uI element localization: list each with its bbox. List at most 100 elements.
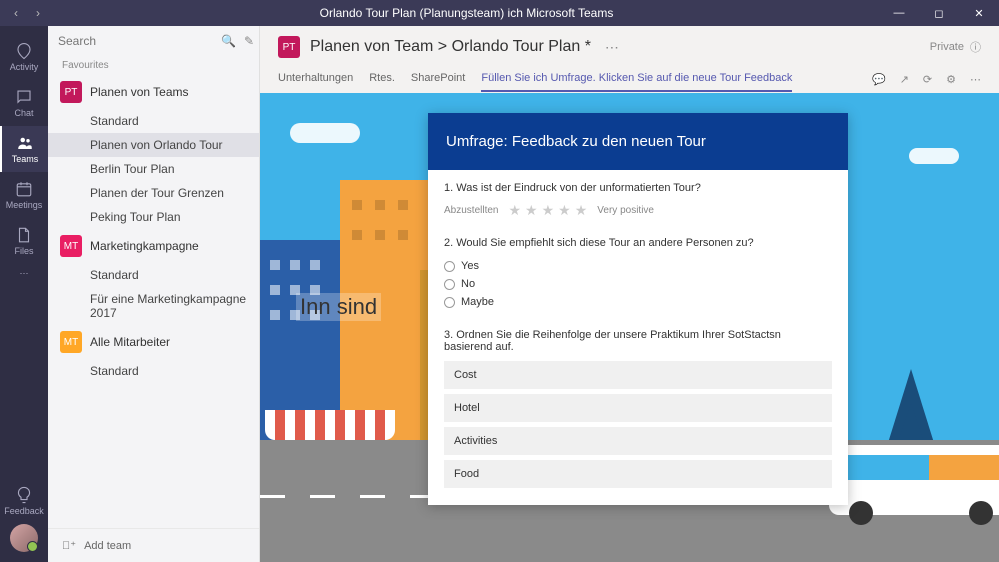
user-avatar[interactable] <box>10 524 38 552</box>
radio-option[interactable]: Yes <box>444 257 832 275</box>
channel-tab[interactable]: Rtes. <box>369 66 395 92</box>
more-options-icon[interactable]: ⋯ <box>605 39 619 56</box>
radio-label: Yes <box>461 260 479 272</box>
rail-feedback-label: Feedback <box>4 506 44 516</box>
tab-canvas: Inn sind Umfrage: Feedback zu den neuen … <box>260 93 999 562</box>
rail-meetings[interactable]: Meetings <box>0 172 48 218</box>
team-avatar: MT <box>60 331 82 353</box>
team-avatar: MT <box>60 235 82 257</box>
rail-chat-label: Chat <box>14 108 33 118</box>
channel-tabs: Unterhaltungen Rtes. SharePoint Füllen Sie … <box>278 66 981 92</box>
close-icon[interactable]: ✕ <box>959 0 999 26</box>
star-icon[interactable]: ★ <box>542 202 555 219</box>
team-name: Marketingkampagne <box>90 239 199 253</box>
channel-item[interactable]: Für eine Marketingkampagne 2017 <box>48 287 259 325</box>
nav-back-icon[interactable]: ‹ <box>6 3 26 23</box>
channel-tab[interactable]: Füllen Sie ich Umfrage. Klicken Sie auf … <box>481 66 792 92</box>
tab-chat-icon[interactable]: 💬 <box>872 73 886 86</box>
rail-teams[interactable]: Teams <box>0 126 48 172</box>
maximize-icon[interactable]: ◻ <box>919 0 959 26</box>
team-header[interactable]: MT Alle Mitarbeiter <box>48 325 259 359</box>
tab-reload-icon[interactable]: ⟳ <box>923 73 932 86</box>
breadcrumb[interactable]: Planen von Team > Orlando Tour Plan * <box>310 38 591 56</box>
rail-meetings-label: Meetings <box>6 200 43 210</box>
channel-item[interactable]: Planen der Tour Grenzen <box>48 181 259 205</box>
rank-item[interactable]: Hotel <box>444 394 832 422</box>
rail-files-label: Files <box>14 246 33 256</box>
rail-activity[interactable]: Activity <box>0 34 48 80</box>
privacy-label: Private <box>930 41 964 53</box>
star-icon[interactable]: ★ <box>575 202 588 219</box>
survey-question-2: 2. Would Sie empfiehlt sich diese Tour a… <box>444 237 832 311</box>
rail-chat[interactable]: Chat <box>0 80 48 126</box>
survey-title: Umfrage: Feedback zu den neuen Tour <box>428 113 848 170</box>
titlebar: ‹ › Orlando Tour Plan (Planungsteam) ich… <box>0 0 999 26</box>
rail-teams-label: Teams <box>12 154 39 164</box>
team-header[interactable]: MT Marketingkampagne <box>48 229 259 263</box>
radio-label: No <box>461 278 475 290</box>
tab-more-icon[interactable]: ⋯ <box>970 73 981 86</box>
rank-item[interactable]: Cost <box>444 361 832 389</box>
rating-left-label: Abzustellten <box>444 205 498 216</box>
app-rail: Activity Chat Teams Meetings Files ⋯ Fee… <box>0 26 48 562</box>
star-icon[interactable]: ★ <box>558 202 571 219</box>
channel-item[interactable]: Standard <box>48 263 259 287</box>
channel-item[interactable]: Peking Tour Plan <box>48 205 259 229</box>
channel-tab[interactable]: Unterhaltungen <box>278 66 353 92</box>
channel-item[interactable]: Standard <box>48 359 259 383</box>
rating-right-label: Very positive <box>597 205 654 216</box>
radio-option[interactable]: No <box>444 275 832 293</box>
rail-files[interactable]: Files <box>0 218 48 264</box>
search-input[interactable] <box>58 34 213 48</box>
channel-item[interactable]: Berlin Tour Plan <box>48 157 259 181</box>
q1-text: Was ist der Eindruck von der unformatier… <box>456 182 701 194</box>
favourites-label: Favourites <box>48 56 259 75</box>
info-icon[interactable]: ⓘ <box>970 39 981 55</box>
search-icon[interactable]: 🔍 <box>221 34 236 48</box>
q1-number: 1. <box>444 182 453 194</box>
team-avatar: PT <box>278 36 300 58</box>
survey-panel: Umfrage: Feedback zu den neuen Tour 1. W… <box>428 113 848 505</box>
sidebar: 🔍 ✎ Favourites PT Planen von Teams Standar… <box>48 26 260 562</box>
channel-item[interactable]: Planen von Orlando Tour <box>48 133 259 157</box>
rail-feedback[interactable]: Feedback <box>0 478 48 524</box>
rail-activity-label: Activity <box>10 62 39 72</box>
rail-more[interactable]: ⋯ <box>0 264 48 283</box>
team-name: Planen von Teams <box>90 85 189 99</box>
team-avatar: PT <box>60 81 82 103</box>
minimize-icon[interactable]: ― <box>879 0 919 26</box>
team-header[interactable]: PT Planen von Teams <box>48 75 259 109</box>
q2-number: 2. <box>444 237 453 249</box>
rank-item[interactable]: Activities <box>444 427 832 455</box>
rating-input[interactable]: Abzustellten ★★★★★ Very positive <box>444 202 832 219</box>
radio-icon <box>444 261 455 272</box>
add-team-button[interactable]: ⁺ Add team <box>48 528 259 562</box>
channel-item[interactable]: Standard <box>48 109 259 133</box>
q2-text: Would Sie empfiehlt sich diese Tour an a… <box>456 237 753 249</box>
bus-decoration <box>829 445 999 515</box>
content-area: PT Planen von Team > Orlando Tour Plan *… <box>260 26 999 562</box>
radio-icon <box>444 297 455 308</box>
awning-decoration <box>265 410 395 440</box>
channel-tab[interactable]: SharePoint <box>411 66 465 92</box>
channel-header: PT Planen von Team > Orlando Tour Plan *… <box>278 36 981 58</box>
radio-icon <box>444 279 455 290</box>
radio-label: Maybe <box>461 296 494 308</box>
tab-settings-icon[interactable]: ⚙ <box>946 73 956 86</box>
cloud-decoration <box>909 148 959 164</box>
nav-forward-icon[interactable]: › <box>28 3 48 23</box>
radio-option[interactable]: Maybe <box>444 293 832 311</box>
add-team-icon: ⁺ <box>62 539 76 552</box>
add-team-label: Add team <box>84 540 131 552</box>
compose-icon[interactable]: ✎ <box>244 34 254 48</box>
tab-expand-icon[interactable]: ↗ <box>900 73 909 86</box>
star-icon[interactable]: ★ <box>525 202 538 219</box>
cloud-decoration <box>290 123 360 143</box>
rank-item[interactable]: Food <box>444 460 832 488</box>
window-title: Orlando Tour Plan (Planungsteam) ich Mic… <box>54 6 879 20</box>
search-bar: 🔍 ✎ <box>48 26 259 56</box>
team-name: Alle Mitarbeiter <box>90 335 170 349</box>
overlay-text: Inn sind <box>296 293 381 321</box>
star-icon[interactable]: ★ <box>508 202 521 219</box>
q3-text: Ordnen Sie die Reihenfolge der unsere Pr… <box>444 329 781 353</box>
